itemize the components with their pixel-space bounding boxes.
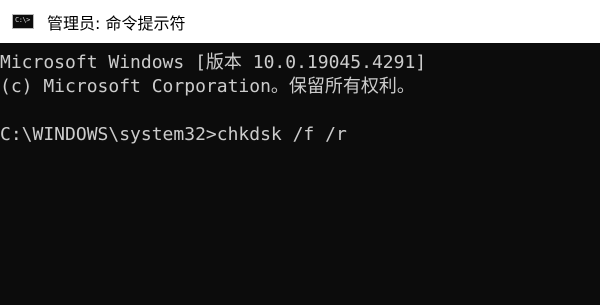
cmd-icon[interactable]: C:\> (12, 14, 34, 29)
console-command-line[interactable]: C:\WINDOWS\system32>chkdsk /f /r (0, 123, 600, 147)
console-output[interactable]: Microsoft Windows [版本 10.0.19045.4291] (… (0, 43, 600, 305)
title-bar[interactable]: C:\> 管理员: 命令提示符 (0, 0, 600, 43)
command-prompt-window: C:\> 管理员: 命令提示符 Microsoft Windows [版本 10… (0, 0, 600, 305)
console-line-version: Microsoft Windows [版本 10.0.19045.4291] (0, 52, 427, 73)
cmd-icon-glyph: C:\> (15, 16, 30, 24)
window-title: 管理员: 命令提示符 (47, 13, 186, 33)
console-line-copyright: (c) Microsoft Corporation。保留所有权利。 (0, 76, 415, 97)
